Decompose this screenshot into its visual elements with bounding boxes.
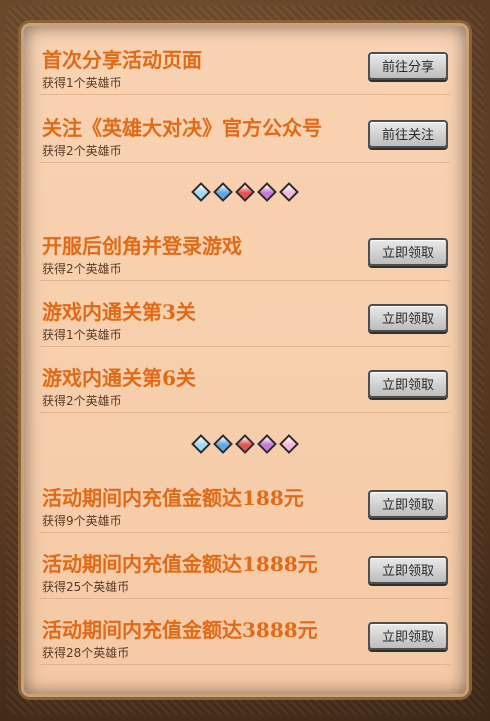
task-title: 游戏内通关第3关 — [42, 300, 196, 324]
share-button[interactable]: 前往分享 — [368, 52, 448, 80]
gem-icon — [257, 182, 277, 202]
task-title: 活动期间内充值金额达1888元 — [42, 552, 318, 576]
task-reward: 获得9个英雄币 — [42, 514, 122, 528]
task-reward: 获得1个英雄币 — [42, 328, 122, 342]
claim-button[interactable]: 立即领取 — [368, 622, 448, 650]
task-title: 游戏内通关第6关 — [42, 366, 196, 390]
task-row-recharge-3888: 活动期间内充值金额达3888元 获得28个英雄币 立即领取 — [40, 598, 450, 665]
follow-button[interactable]: 前往关注 — [368, 120, 448, 148]
task-row-recharge-188: 活动期间内充值金额达188元 获得9个英雄币 立即领取 — [40, 466, 450, 533]
task-reward: 获得28个英雄币 — [42, 646, 130, 660]
task-row-share: 首次分享活动页面 获得1个英雄币 前往分享 — [40, 28, 450, 95]
task-reward: 获得1个英雄币 — [42, 76, 122, 90]
task-row-recharge-1888: 活动期间内充值金额达1888元 获得25个英雄币 立即领取 — [40, 532, 450, 599]
gem-divider — [24, 180, 466, 204]
task-title: 开服后创角并登录游戏 — [42, 234, 242, 258]
task-reward: 获得25个英雄币 — [42, 580, 130, 594]
gem-icon — [235, 182, 255, 202]
gem-divider — [24, 432, 466, 456]
gem-icon — [235, 434, 255, 454]
task-title: 首次分享活动页面 — [42, 48, 202, 72]
task-title: 活动期间内充值金额达188元 — [42, 486, 304, 510]
claim-button[interactable]: 立即领取 — [368, 370, 448, 398]
gem-icon — [279, 182, 299, 202]
gem-icon — [213, 182, 233, 202]
claim-button[interactable]: 立即领取 — [368, 238, 448, 266]
claim-button[interactable]: 立即领取 — [368, 556, 448, 584]
gem-icon — [191, 182, 211, 202]
task-row-follow: 关注《英雄大对决》官方公众号 获得2个英雄币 前往关注 — [40, 96, 450, 163]
gem-icon — [279, 434, 299, 454]
gem-icon — [213, 434, 233, 454]
task-reward: 获得2个英雄币 — [42, 144, 122, 158]
claim-button[interactable]: 立即领取 — [368, 490, 448, 518]
gem-icon — [257, 434, 277, 454]
task-panel: 首次分享活动页面 获得1个英雄币 前往分享 关注《英雄大对决》官方公众号 获得2… — [24, 26, 466, 694]
task-row-login: 开服后创角并登录游戏 获得2个英雄币 立即领取 — [40, 214, 450, 281]
task-reward: 获得2个英雄币 — [42, 394, 122, 408]
task-row-stage3: 游戏内通关第3关 获得1个英雄币 立即领取 — [40, 280, 450, 347]
task-row-stage6: 游戏内通关第6关 获得2个英雄币 立即领取 — [40, 346, 450, 413]
gem-icon — [191, 434, 211, 454]
task-reward: 获得2个英雄币 — [42, 262, 122, 276]
task-title: 关注《英雄大对决》官方公众号 — [42, 116, 322, 140]
task-title: 活动期间内充值金额达3888元 — [42, 618, 318, 642]
claim-button[interactable]: 立即领取 — [368, 304, 448, 332]
